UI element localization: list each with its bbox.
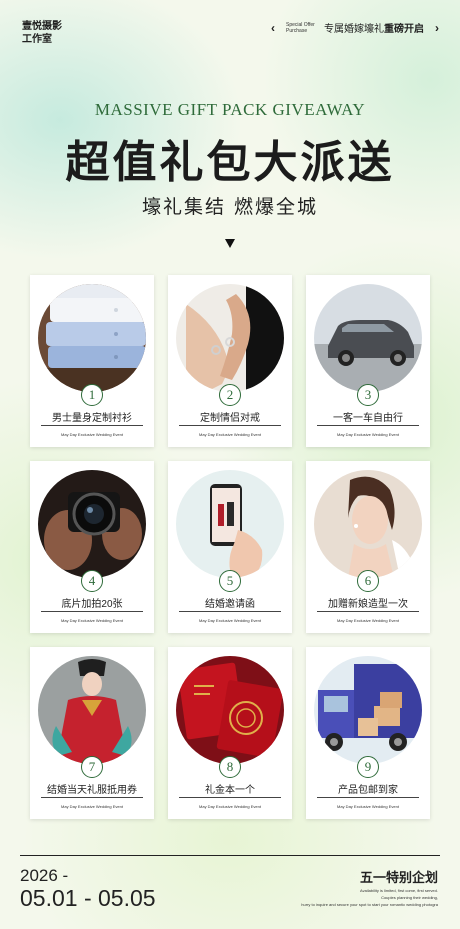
gift-number: 5 xyxy=(219,570,241,592)
gift-number: 8 xyxy=(219,756,241,778)
special-offer-line-2: Purchase xyxy=(286,27,308,34)
down-triangle-icon xyxy=(225,239,235,248)
gift-event-caption: May Day Exclusive Wedding Event xyxy=(61,618,123,623)
gift-card[interactable]: 2 定制情侣对戒 May Day Exclusive Wedding Event xyxy=(168,275,292,447)
promo-bar: ‹ Special Offer Purchase 专属婚嫁壕礼重磅开启 › xyxy=(268,20,442,36)
gift-event-caption: May Day Exclusive Wedding Event xyxy=(199,804,261,809)
folded-shirts-photo xyxy=(38,284,146,392)
divider-line xyxy=(317,425,419,426)
event-dates: 05.01 - 05.05 xyxy=(20,885,156,911)
gift-event-caption: May Day Exclusive Wedding Event xyxy=(337,618,399,623)
delivery-truck-photo xyxy=(314,656,422,764)
gift-number: 2 xyxy=(219,384,241,406)
footer-note-line: Couples planning their wedding, xyxy=(381,895,438,900)
gift-label: 产品包邮到家 xyxy=(338,785,398,796)
suv-car-photo xyxy=(314,284,422,392)
gift-event-caption: May Day Exclusive Wedding Event xyxy=(199,432,261,437)
gift-label: 定制情侣对戒 xyxy=(200,413,260,424)
chevron-left-icon[interactable]: ‹ xyxy=(268,21,278,35)
divider-line xyxy=(317,611,419,612)
gift-label: 男士量身定制衬衫 xyxy=(52,413,132,424)
hero-title: 超值礼包大派送 xyxy=(65,137,395,188)
brand-line-1: 壹悦摄影 xyxy=(22,21,62,32)
chevron-right-icon[interactable]: › xyxy=(432,21,442,35)
gift-number: 9 xyxy=(357,756,379,778)
divider-line xyxy=(179,611,281,612)
gift-card[interactable]: 9 产品包邮到家 May Day Exclusive Wedding Event xyxy=(306,647,430,819)
gift-number: 1 xyxy=(81,384,103,406)
divider-line xyxy=(41,425,143,426)
promo-bold: 重磅开启 xyxy=(384,24,424,35)
gift-event-caption: May Day Exclusive Wedding Event xyxy=(199,618,261,623)
special-offer-line-1: Special Offer xyxy=(286,21,315,28)
gift-number: 6 xyxy=(357,570,379,592)
promo-prefix: 专属婚嫁壕礼 xyxy=(324,24,384,35)
hero-tagline: 壕礼集结 燃爆全城 xyxy=(141,196,319,218)
promo-text: 专属婚嫁壕礼重磅开启 xyxy=(324,20,424,35)
bride-portrait-photo xyxy=(314,470,422,578)
gift-number: 4 xyxy=(81,570,103,592)
brand-line-2: 工作室 xyxy=(22,34,52,45)
gift-card[interactable]: 4 底片加拍20张 May Day Exclusive Wedding Even… xyxy=(30,461,154,633)
hero-subtitle-en: MASSIVE GIFT PACK GIVEAWAY xyxy=(94,100,366,119)
gift-card[interactable]: 1 男士量身定制衬衫 May Day Exclusive Wedding Eve… xyxy=(30,275,154,447)
gift-label: 礼金本一个 xyxy=(205,785,255,796)
phone-invitation-photo xyxy=(176,470,284,578)
gift-event-caption: May Day Exclusive Wedding Event xyxy=(61,804,123,809)
footer-note-line: hurry to inquire and secure your spot to… xyxy=(301,902,438,907)
gift-label: 结婚邀请函 xyxy=(205,599,255,610)
event-year: 2026 - xyxy=(20,866,69,885)
divider-line xyxy=(41,797,143,798)
gift-card[interactable]: 8 礼金本一个 May Day Exclusive Wedding Event xyxy=(168,647,292,819)
gift-label: 底片加拍20张 xyxy=(61,599,123,610)
divider-line xyxy=(41,611,143,612)
gift-label: 结婚当天礼服抵用券 xyxy=(47,785,137,796)
gift-event-caption: May Day Exclusive Wedding Event xyxy=(61,432,123,437)
couple-rings-photo xyxy=(176,284,284,392)
camera-photo xyxy=(38,470,146,578)
brand-name: 壹悦摄影 工作室 xyxy=(22,20,62,46)
divider-line xyxy=(317,797,419,798)
gift-label: 一客一车自由行 xyxy=(333,413,403,424)
footer-notes: Availability is limited, first come, fir… xyxy=(301,887,438,908)
red-gift-book-photo xyxy=(176,656,284,764)
gift-event-caption: May Day Exclusive Wedding Event xyxy=(337,804,399,809)
divider-line xyxy=(179,425,281,426)
gift-card[interactable]: 5 结婚邀请函 May Day Exclusive Wedding Event xyxy=(168,461,292,633)
red-wedding-gown-photo xyxy=(38,656,146,764)
gift-event-caption: May Day Exclusive Wedding Event xyxy=(337,432,399,437)
special-offer-caption: Special Offer Purchase xyxy=(286,22,316,34)
gift-card[interactable]: 3 一客一车自由行 May Day Exclusive Wedding Even… xyxy=(306,275,430,447)
divider-line xyxy=(179,797,281,798)
plan-title: 五一特别企划 xyxy=(359,870,438,885)
gift-label: 加赠新娘造型一次 xyxy=(328,599,408,610)
gift-card[interactable]: 7 结婚当天礼服抵用券 May Day Exclusive Wedding Ev… xyxy=(30,647,154,819)
gift-card[interactable]: 6 加赠新娘造型一次 May Day Exclusive Wedding Eve… xyxy=(306,461,430,633)
gift-number: 3 xyxy=(357,384,379,406)
gift-number: 7 xyxy=(81,756,103,778)
footer-note-line: Availability is limited, first come, fir… xyxy=(360,888,438,893)
footer-divider xyxy=(20,855,440,856)
